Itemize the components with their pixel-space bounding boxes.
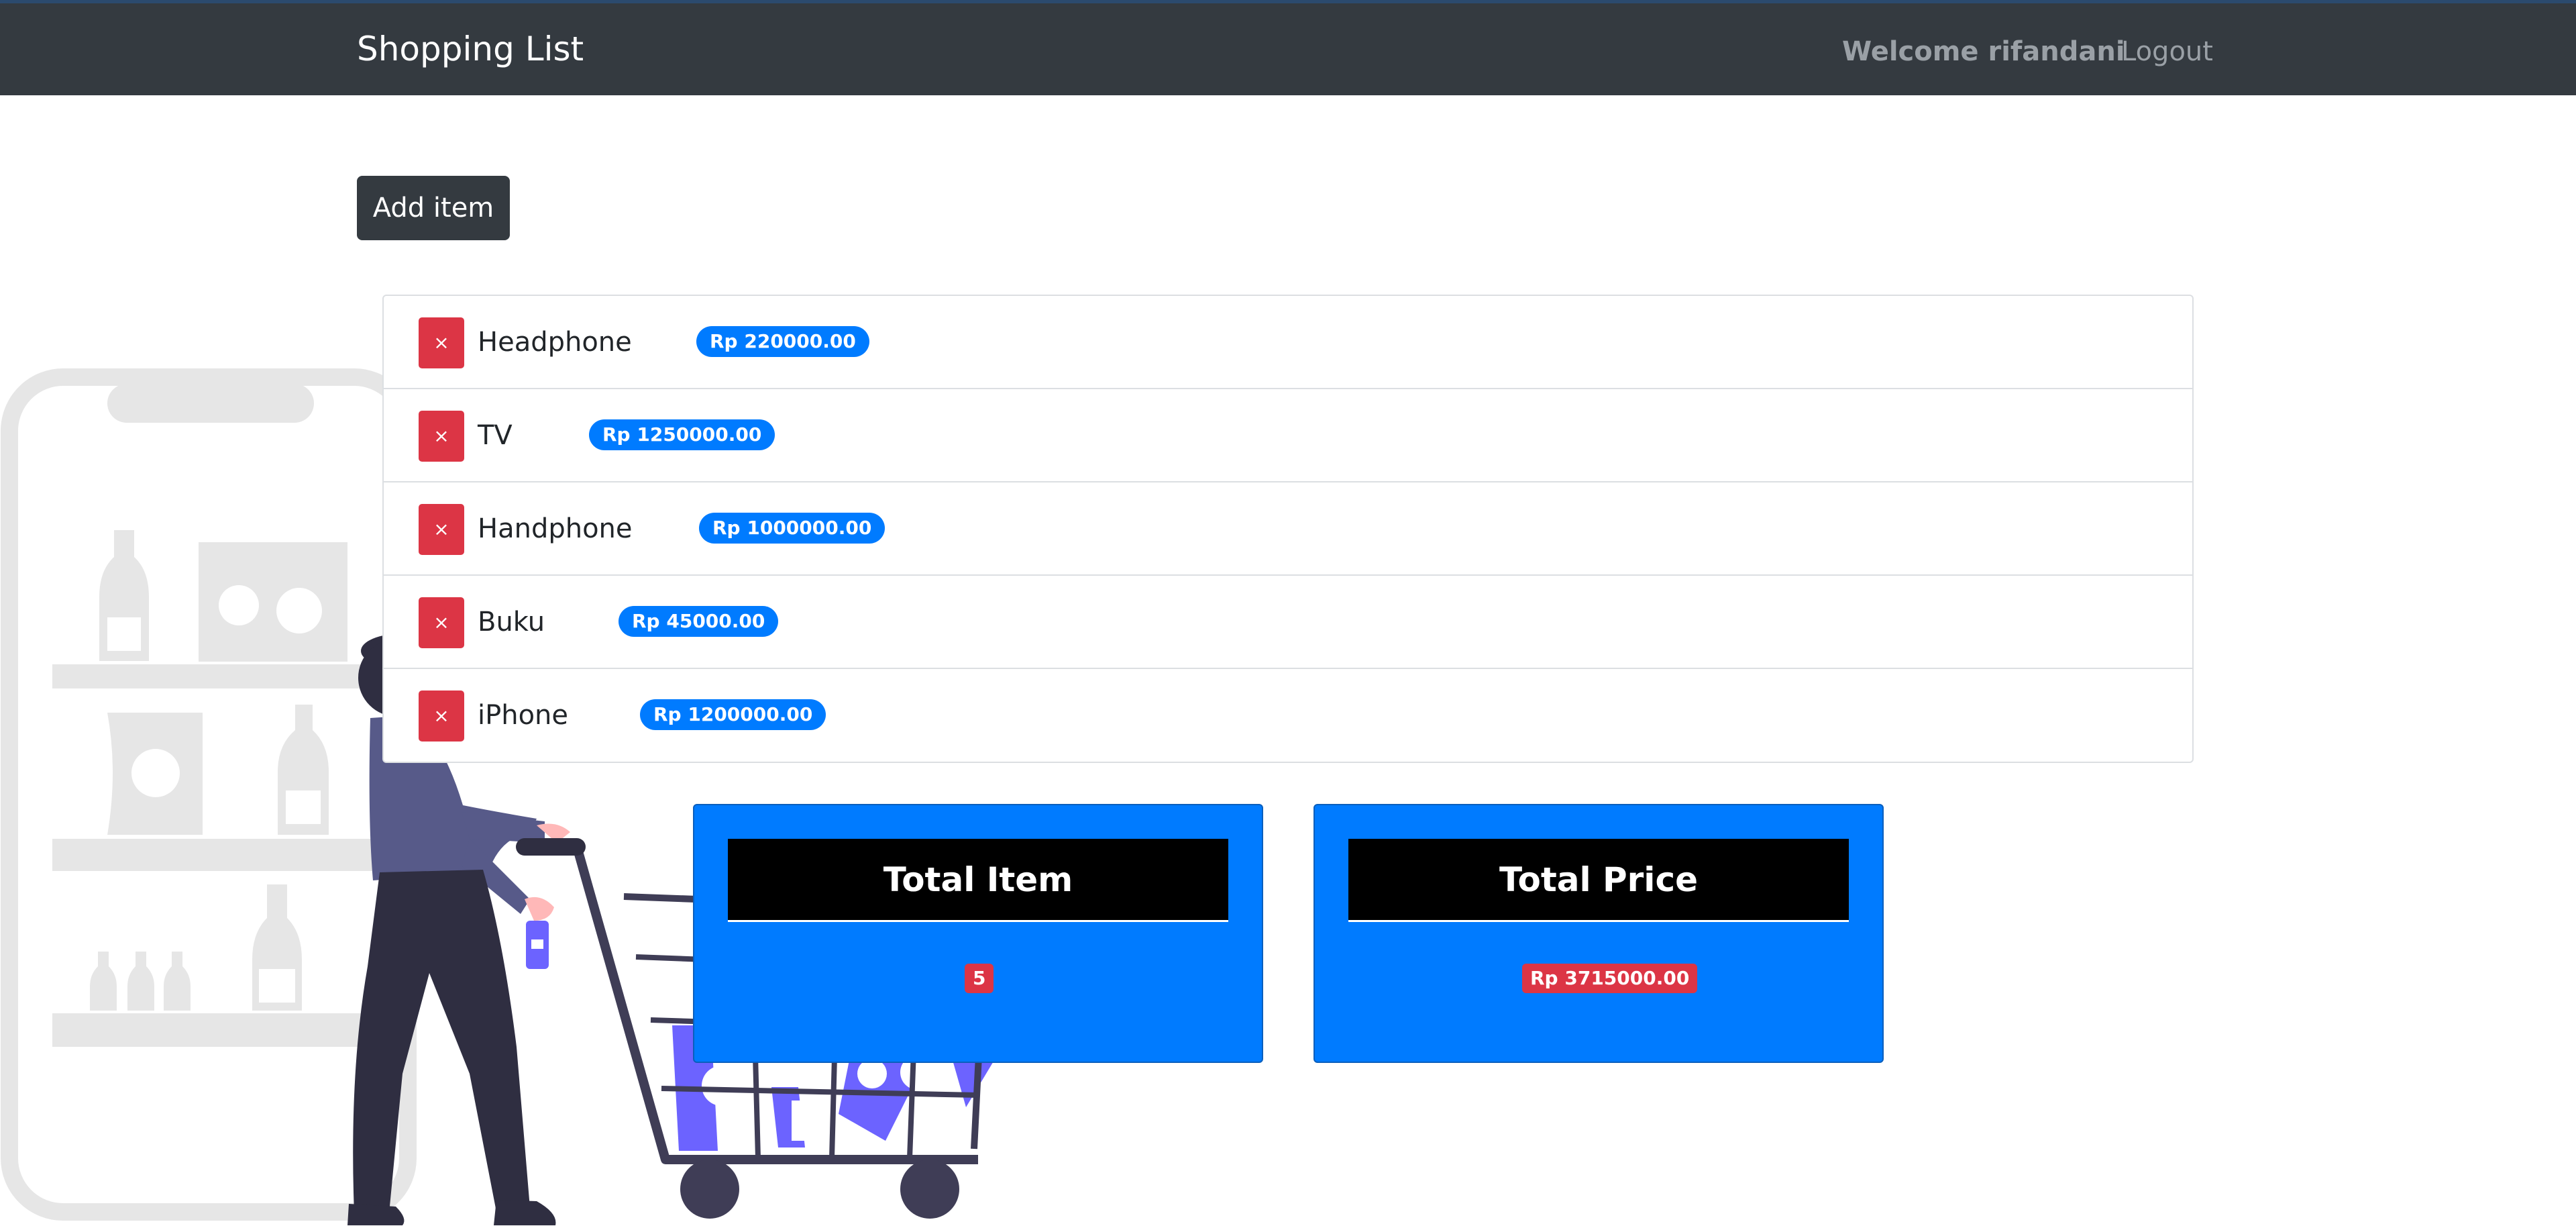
item-price-badge: Rp 1000000.00 bbox=[699, 513, 885, 544]
item-name: Handphone bbox=[478, 513, 633, 544]
welcome-text: Welcome rifandani bbox=[1842, 36, 2125, 67]
item-name: Buku bbox=[478, 607, 545, 637]
total-price-badge: Rp 3715000.00 bbox=[1522, 964, 1698, 993]
delete-item-button[interactable]: × bbox=[419, 504, 464, 555]
navbar: Shopping List Welcome rifandani Logout bbox=[0, 0, 2576, 95]
logout-link[interactable]: Logout bbox=[2121, 33, 2213, 70]
item-price-badge: Rp 1200000.00 bbox=[640, 699, 826, 730]
brand-title[interactable]: Shopping List bbox=[357, 29, 584, 69]
list-item: × TV Rp 1250000.00 bbox=[384, 389, 2192, 482]
item-price-badge: Rp 220000.00 bbox=[696, 326, 869, 357]
total-item-title: Total Item bbox=[728, 839, 1228, 922]
item-price-badge: Rp 1250000.00 bbox=[589, 419, 775, 450]
total-price-card: Total Price Rp 3715000.00 bbox=[1313, 804, 1884, 1063]
delete-item-button[interactable]: × bbox=[419, 691, 464, 742]
item-name: iPhone bbox=[478, 700, 569, 731]
list-item: × Headphone Rp 220000.00 bbox=[384, 296, 2192, 389]
shopping-list: × Headphone Rp 220000.00 × TV Rp 1250000… bbox=[382, 295, 2194, 763]
list-item: × iPhone Rp 1200000.00 bbox=[384, 669, 2192, 762]
item-name: Headphone bbox=[478, 327, 632, 358]
delete-item-button[interactable]: × bbox=[419, 317, 464, 368]
item-price-badge: Rp 45000.00 bbox=[619, 606, 779, 637]
delete-item-button[interactable]: × bbox=[419, 597, 464, 648]
list-item: × Handphone Rp 1000000.00 bbox=[384, 482, 2192, 576]
list-item: × Buku Rp 45000.00 bbox=[384, 576, 2192, 669]
total-item-badge: 5 bbox=[965, 964, 994, 993]
delete-item-button[interactable]: × bbox=[419, 411, 464, 462]
total-price-title: Total Price bbox=[1348, 839, 1849, 922]
item-name: TV bbox=[478, 420, 513, 451]
total-item-card: Total Item 5 bbox=[693, 804, 1263, 1063]
add-item-button[interactable]: Add item bbox=[357, 176, 510, 240]
